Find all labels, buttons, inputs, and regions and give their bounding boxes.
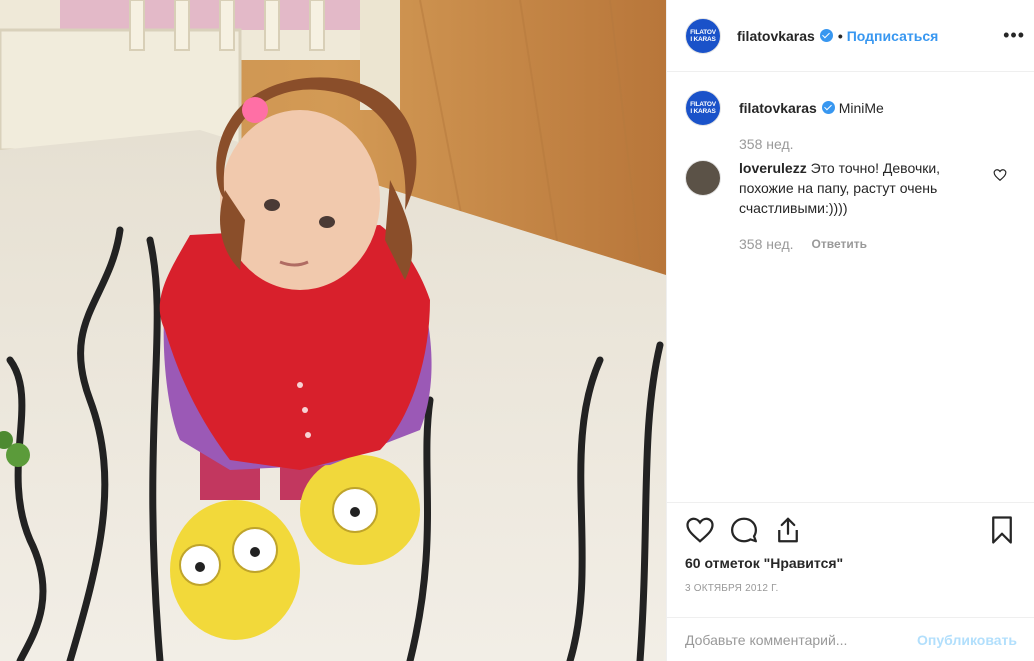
post-actions: 60 отметок "Нравится" 3 октября 2012 г.	[667, 502, 1034, 630]
caption-comment: FILATOV I KARAS filatovkaras MiniMe 358 …	[685, 90, 1019, 154]
verified-badge-icon	[819, 29, 833, 42]
comment-meta: 358 нед.	[739, 134, 971, 154]
add-comment-bar: Опубликовать	[667, 617, 1034, 661]
comments-list: FILATOV I KARAS filatovkaras MiniMe 358 …	[667, 72, 1034, 502]
likes-count[interactable]: 60 отметок "Нравится"	[685, 555, 1017, 571]
comment-username[interactable]: loverulezz	[739, 160, 807, 176]
post-sidebar: FILATOV I KARAS filatovkaras • Подписать…	[666, 0, 1034, 661]
avatar-line-1: FILATOV	[690, 101, 716, 108]
author-avatar[interactable]: FILATOV I KARAS	[685, 90, 721, 126]
more-options-icon[interactable]: •••	[1003, 26, 1025, 44]
comment-time[interactable]: 358 нед.	[739, 234, 794, 254]
post-date[interactable]: 3 октября 2012 г.	[685, 583, 1017, 594]
comment-bubble-icon[interactable]	[729, 515, 759, 545]
publish-button[interactable]: Опубликовать	[917, 632, 1017, 648]
comment-body: filatovkaras MiniMe 358 нед.	[739, 98, 971, 154]
like-heart-icon[interactable]	[685, 515, 715, 545]
separator-dot: •	[837, 27, 843, 44]
comment-body: loverulezz Это точно! Девочки, похожие н…	[739, 158, 971, 254]
avatar-line-2: I KARAS	[690, 35, 716, 43]
verified-badge-icon	[821, 101, 835, 114]
author-avatar[interactable]: FILATOV I KARAS	[685, 17, 721, 54]
avatar-line-2: I KARAS	[690, 108, 716, 115]
comment-time[interactable]: 358 нед.	[739, 134, 794, 154]
photo-illustration	[0, 0, 666, 661]
commenter-avatar[interactable]	[685, 160, 721, 196]
reply-button[interactable]: Ответить	[812, 234, 867, 254]
bookmark-icon[interactable]	[987, 515, 1017, 545]
list-item: loverulezz Это точно! Девочки, похожие н…	[685, 160, 1019, 254]
action-bar	[685, 515, 1017, 545]
like-comment-heart-icon[interactable]	[993, 168, 1007, 182]
share-icon[interactable]	[773, 515, 803, 545]
comment-input[interactable]	[685, 631, 918, 648]
follow-button[interactable]: Подписаться	[847, 28, 939, 44]
comment-text: MiniMe	[838, 100, 884, 116]
post-photo[interactable]	[0, 0, 666, 661]
comment-username[interactable]: filatovkaras	[739, 100, 817, 116]
avatar-line-1: FILATOV	[690, 28, 716, 36]
author-username[interactable]: filatovkaras	[737, 28, 815, 44]
comment-meta: 358 нед. Ответить	[739, 234, 971, 254]
post-header: FILATOV I KARAS filatovkaras • Подписать…	[667, 0, 1034, 72]
post-view: FILATOV I KARAS filatovkaras • Подписать…	[0, 0, 1034, 661]
